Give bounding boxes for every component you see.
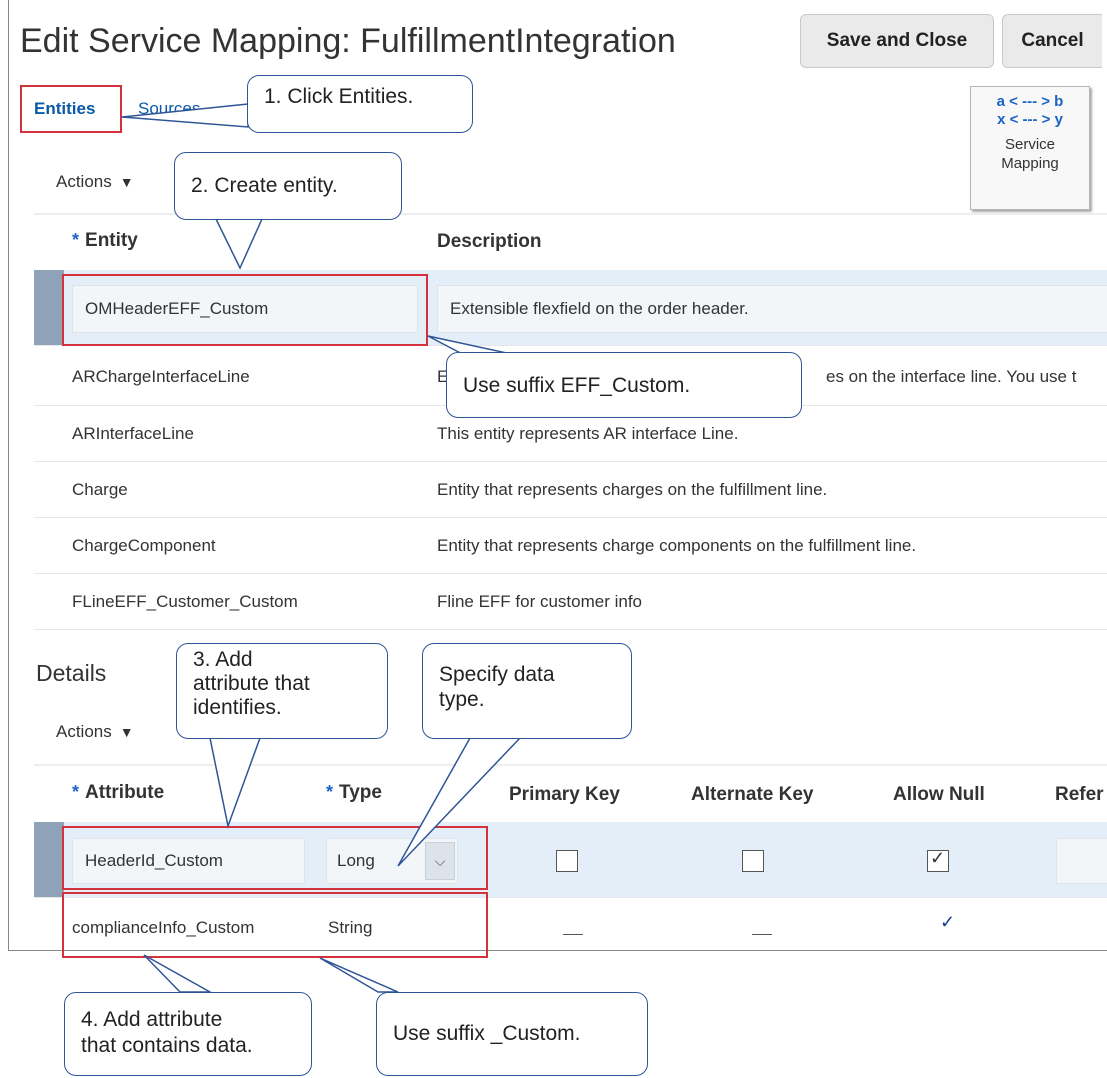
entity-description-tail: es on the interface line. You use t	[826, 367, 1077, 386]
entity-name: ARInterfaceLine	[72, 424, 194, 443]
allow-null-checkbox[interactable]: ✓	[927, 848, 949, 872]
callout-click-entities: 1. Click Entities.	[247, 75, 473, 133]
primary-key-checkbox[interactable]	[556, 850, 578, 872]
primary-key-empty-indicator	[563, 934, 583, 935]
entity-description: Entity that represents charges on the fu…	[437, 480, 828, 499]
actions-label: Actions	[56, 722, 112, 741]
dropdown-triangle-icon: ▼	[119, 724, 134, 740]
row-selected-marker	[34, 270, 64, 345]
alternate-key-empty-indicator	[752, 934, 772, 935]
service-mapping-label-2: Mapping	[1001, 155, 1059, 172]
entity-description-input[interactable]: Extensible flexfield on the order header…	[437, 285, 1107, 333]
allow-null-check-icon: ✓	[940, 912, 956, 932]
attribute-row-2-highlight	[62, 892, 488, 958]
primary-key-column-header[interactable]: Primary Key	[509, 784, 620, 806]
description-column-header[interactable]: Description	[437, 231, 542, 253]
tab-sources[interactable]: Sources	[138, 99, 200, 119]
required-icon: *	[72, 782, 80, 802]
callout-specify-data-type: Specify data type.	[422, 643, 632, 739]
details-actions-menu[interactable]: Actions ▼	[56, 722, 134, 742]
entity-description: Entity that represents charge components…	[437, 536, 917, 555]
page-title: Edit Service Mapping: FulfillmentIntegra…	[20, 22, 676, 60]
entity-description: Fline EFF for customer info	[437, 592, 643, 611]
entities-actions-menu[interactable]: Actions ▼	[56, 172, 134, 192]
required-icon: *	[326, 782, 334, 802]
reference-column-header[interactable]: Refer	[1055, 784, 1104, 806]
mapping-arrows-icon-2: x < --- > y	[997, 111, 1063, 128]
entity-name: ARChargeInterfaceLine	[72, 367, 250, 386]
check-icon: ✓	[930, 848, 946, 868]
save-and-close-button[interactable]: Save and Close	[800, 14, 994, 68]
details-table-top-border	[34, 764, 1107, 766]
entity-description: This entity represents AR interface Line…	[437, 424, 739, 443]
row-selected-marker	[34, 822, 64, 897]
entity-name: FLineEFF_Customer_Custom	[72, 592, 298, 611]
required-icon: *	[72, 230, 80, 250]
entity-name: Charge	[72, 480, 128, 499]
entities-tab-highlight	[20, 85, 122, 133]
alternate-key-checkbox[interactable]	[742, 850, 764, 872]
service-mapping-button[interactable]: a < --- > b x < --- > y Service Mapping	[970, 86, 1090, 210]
entity-row-highlight	[62, 274, 428, 346]
attribute-row-highlight	[62, 826, 488, 890]
entity-column-header[interactable]: * Entity	[72, 230, 138, 252]
entity-name: ChargeComponent	[72, 536, 216, 555]
allow-null-column-header[interactable]: Allow Null	[893, 784, 985, 806]
actions-label: Actions	[56, 172, 112, 191]
callout-use-suffix-eff: Use suffix EFF_Custom.	[446, 352, 802, 418]
dropdown-triangle-icon: ▼	[119, 174, 134, 190]
alternate-key-column-header[interactable]: Alternate Key	[691, 784, 814, 806]
callout-add-identifying-attribute: 3. Add attribute that identifies.	[176, 643, 388, 739]
reference-input[interactable]	[1056, 838, 1107, 884]
callout-add-data-attribute: 4. Add attribute that contains data.	[64, 992, 312, 1076]
attribute-column-header[interactable]: * Attribute	[72, 782, 164, 804]
type-column-header[interactable]: * Type	[326, 782, 382, 804]
service-mapping-label: Service	[1004, 136, 1056, 153]
mapping-arrows-icon: a < --- > b	[996, 93, 1064, 110]
callout-use-suffix-custom: Use suffix _Custom.	[376, 992, 648, 1076]
cancel-button[interactable]: Cancel	[1002, 14, 1102, 68]
details-section-title: Details	[36, 660, 107, 686]
callout-create-entity: 2. Create entity.	[174, 152, 402, 220]
